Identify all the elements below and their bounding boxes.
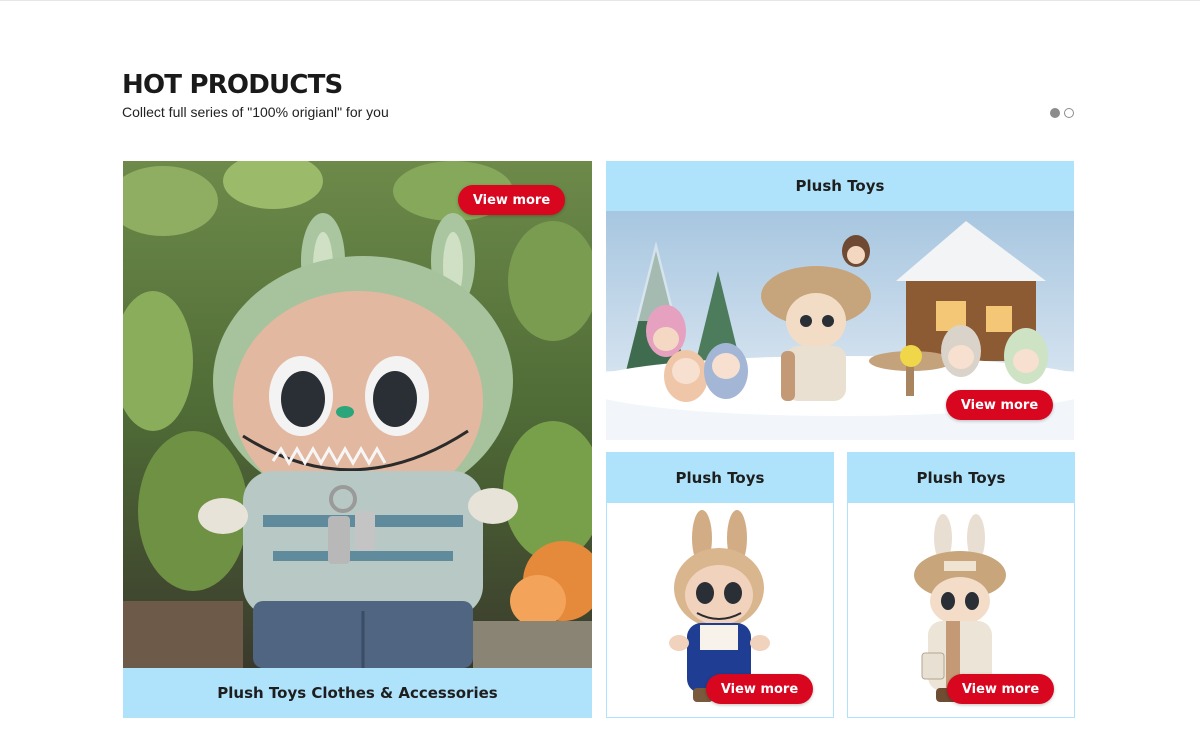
pager-dot-2[interactable] — [1064, 108, 1074, 118]
top-divider — [0, 0, 1200, 1]
section-subtitle: Collect full series of "100% origianl" f… — [122, 104, 389, 120]
card-title: Plush Toys — [606, 161, 1074, 211]
product-card-plush-toys-wide[interactable]: Plush Toys View more — [606, 161, 1074, 440]
view-more-button[interactable]: View more — [947, 674, 1054, 704]
card-title: Plush Toys — [607, 453, 833, 503]
section-title: HOT PRODUCTS — [122, 70, 343, 100]
product-card-plush-toys-bucket-hat[interactable]: Plush Toys View more — [847, 452, 1075, 718]
view-more-button[interactable]: View more — [458, 185, 565, 215]
card-title: Plush Toys Clothes & Accessories — [123, 668, 592, 718]
pager-dot-1[interactable] — [1050, 108, 1060, 118]
card-title: Plush Toys — [848, 453, 1074, 503]
view-more-button[interactable]: View more — [706, 674, 813, 704]
product-card-clothes-accessories[interactable]: Plush Toys Clothes & Accessories View mo… — [123, 161, 592, 718]
doll-in-green-hood-image — [123, 161, 592, 668]
view-more-button[interactable]: View more — [946, 390, 1053, 420]
product-card-plush-toys-overalls[interactable]: Plush Toys View more — [606, 452, 834, 718]
carousel-pager — [1050, 108, 1074, 118]
